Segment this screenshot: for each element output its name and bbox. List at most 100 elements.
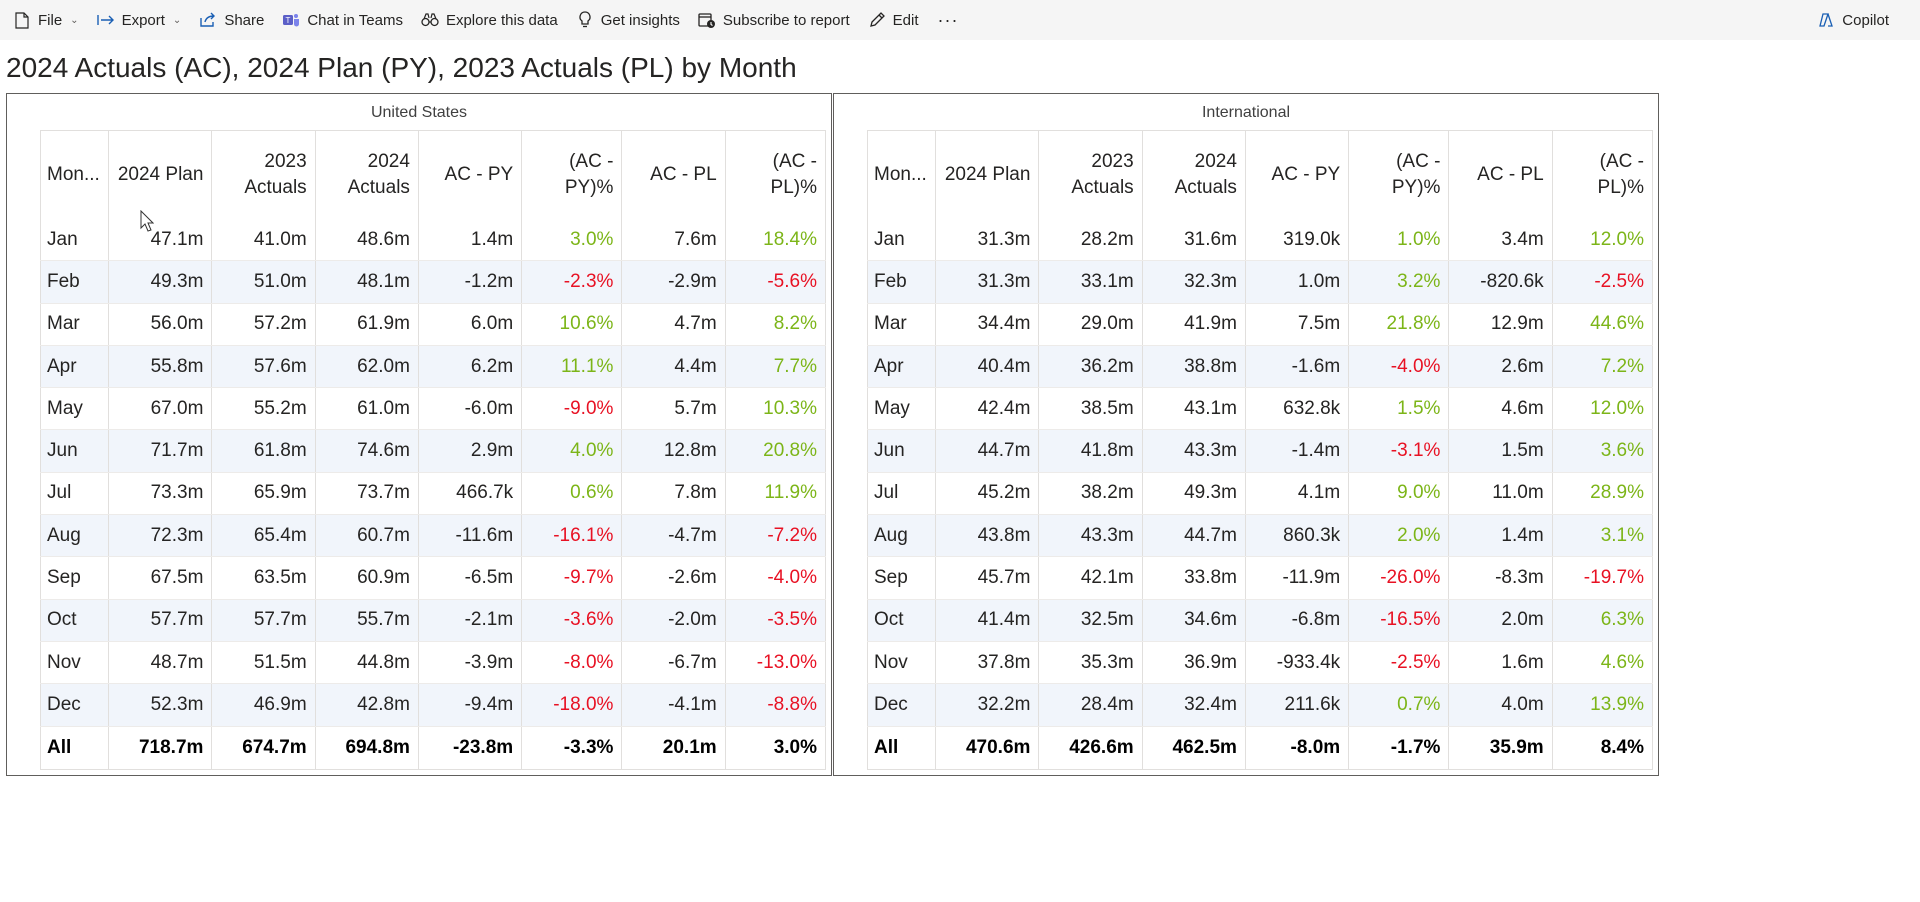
column-header[interactable]: AC - PY bbox=[418, 130, 523, 219]
table-row[interactable]: Feb 31.3m 33.1m 32.3m 1.0m 3.2% -820.6k -2.5% bbox=[866, 260, 1654, 304]
table-row[interactable]: Jun 44.7m 41.8m 43.3m -1.4m -3.1% 1.5m 3.6% bbox=[866, 429, 1654, 473]
table-row[interactable]: Apr 40.4m 36.2m 38.8m -1.6m -4.0% 2.6m 7.2% bbox=[866, 345, 1654, 389]
share-button[interactable]: Share bbox=[190, 0, 273, 40]
table-cell: 55.8m bbox=[108, 345, 213, 389]
table-row[interactable]: Jul 73.3m 65.9m 73.7m 466.7k 0.6% 7.8m 11.9% bbox=[39, 472, 827, 516]
table-cell: 52.3m bbox=[108, 683, 213, 727]
table-cell: -1.6m bbox=[1245, 345, 1350, 389]
table-cell: 43.3m bbox=[1142, 429, 1246, 473]
table-cell: -2.3% bbox=[521, 260, 623, 304]
column-header[interactable]: 2023 Actuals bbox=[211, 130, 316, 219]
column-header[interactable]: Mon... bbox=[39, 130, 110, 219]
page-title: 2024 Actuals (AC), 2024 Plan (PY), 2023 … bbox=[6, 52, 797, 83]
file-label: File bbox=[38, 11, 63, 29]
table-cell: 18.4% bbox=[725, 219, 827, 262]
column-header[interactable]: Mon... bbox=[866, 130, 937, 219]
table-cell: 55.7m bbox=[315, 599, 419, 642]
table-cell: 48.1m bbox=[315, 260, 419, 304]
explore-label: Explore this data bbox=[445, 11, 558, 29]
table-cell: 3.6% bbox=[1552, 429, 1654, 473]
table-cell: -3.9m bbox=[418, 641, 523, 685]
edit-button[interactable]: Edit bbox=[859, 0, 928, 40]
table-cell: -1.2m bbox=[418, 260, 523, 304]
table-row[interactable]: Dec 32.2m 28.4m 32.4m 211.6k 0.7% 4.0m 13.9% bbox=[866, 683, 1654, 727]
table-cell: 10.6% bbox=[521, 303, 623, 346]
table-cell: 49.3m bbox=[1142, 472, 1246, 516]
table-row[interactable]: Mar 34.4m 29.0m 41.9m 7.5m 21.8% 12.9m 44.6% bbox=[866, 303, 1654, 346]
table-row[interactable]: Oct 41.4m 32.5m 34.6m -6.8m -16.5% 2.0m 6.3% bbox=[866, 599, 1654, 642]
table-cell: 32.5m bbox=[1038, 599, 1143, 642]
table-row[interactable]: May 67.0m 55.2m 61.0m -6.0m -9.0% 5.7m 10.3% bbox=[39, 387, 827, 431]
column-header[interactable]: AC - PL bbox=[1448, 130, 1553, 219]
table-cell: 49.3m bbox=[108, 260, 213, 304]
table-cell: 3.2% bbox=[1348, 260, 1450, 304]
total-cell: 20.1m bbox=[621, 725, 726, 770]
column-header[interactable]: (AC - PY)% bbox=[521, 130, 623, 219]
row-header-month: Nov bbox=[39, 641, 110, 685]
table-cell: 20.8% bbox=[725, 429, 827, 473]
table-cell: 11.1% bbox=[521, 345, 623, 389]
column-header[interactable]: AC - PL bbox=[621, 130, 726, 219]
table-cell: 2.0m bbox=[1448, 599, 1553, 642]
table-cell: 4.7m bbox=[621, 303, 726, 346]
column-header[interactable]: AC - PY bbox=[1245, 130, 1350, 219]
more-options-button[interactable]: ··· bbox=[928, 0, 969, 40]
table-cell: 4.0% bbox=[521, 429, 623, 473]
copilot-button[interactable]: Copilot bbox=[1808, 0, 1898, 40]
table-row[interactable]: Oct 57.7m 57.7m 55.7m -2.1m -3.6% -2.0m -3.5% bbox=[39, 599, 827, 642]
table-cell: 44.7m bbox=[1142, 514, 1246, 558]
column-header[interactable]: (AC - PY)% bbox=[1348, 130, 1450, 219]
table-cell: 48.7m bbox=[108, 641, 213, 685]
total-cell: 462.5m bbox=[1142, 725, 1246, 770]
matrix-visual-international[interactable]: International Mon... 2024 Plan 2023 Actual… bbox=[833, 93, 1659, 776]
table-row[interactable]: Nov 37.8m 35.3m 36.9m -933.4k -2.5% 1.6m 4.6% bbox=[866, 641, 1654, 685]
subscribe-button[interactable]: Subscribe to report bbox=[689, 0, 859, 40]
table-row[interactable]: Dec 52.3m 46.9m 42.8m -9.4m -18.0% -4.1m -8.8% bbox=[39, 683, 827, 727]
chat-in-teams-button[interactable]: T Chat in Teams bbox=[273, 0, 412, 40]
table-cell: 71.7m bbox=[108, 429, 213, 473]
table-cell: 65.4m bbox=[211, 514, 316, 558]
table-cell: 31.6m bbox=[1142, 219, 1246, 262]
table-cell: 10.3% bbox=[725, 387, 827, 431]
column-header[interactable]: 2023 Actuals bbox=[1038, 130, 1143, 219]
table-row[interactable]: Feb 49.3m 51.0m 48.1m -1.2m -2.3% -2.9m -5.6% bbox=[39, 260, 827, 304]
table-row[interactable]: Jan 47.1m 41.0m 48.6m 1.4m 3.0% 7.6m 18.4% bbox=[39, 219, 827, 262]
table-cell: 6.3% bbox=[1552, 599, 1654, 642]
total-row[interactable]: All 718.7m 674.7m 694.8m -23.8m -3.3% 20.1m 3.0… bbox=[39, 725, 827, 770]
column-header[interactable]: 2024 Plan bbox=[108, 130, 213, 219]
table-cell: 38.8m bbox=[1142, 345, 1246, 389]
table-row[interactable]: Jun 71.7m 61.8m 74.6m 2.9m 4.0% 12.8m 20.8% bbox=[39, 429, 827, 473]
column-header[interactable]: 2024 Actuals bbox=[315, 130, 419, 219]
table-row[interactable]: Apr 55.8m 57.6m 62.0m 6.2m 11.1% 4.4m 7.7% bbox=[39, 345, 827, 389]
row-header-month: Aug bbox=[39, 514, 110, 558]
table-row[interactable]: Aug 43.8m 43.3m 44.7m 860.3k 2.0% 1.4m 3.1% bbox=[866, 514, 1654, 558]
table-cell: -9.0% bbox=[521, 387, 623, 431]
table-row[interactable]: Sep 67.5m 63.5m 60.9m -6.5m -9.7% -2.6m -4.0% bbox=[39, 556, 827, 600]
export-menu[interactable]: Export ⌄ bbox=[88, 0, 191, 40]
table-row[interactable]: May 42.4m 38.5m 43.1m 632.8k 1.5% 4.6m 12.0% bbox=[866, 387, 1654, 431]
edit-icon bbox=[868, 11, 886, 29]
total-cell: 8.4% bbox=[1552, 725, 1654, 770]
table-row[interactable]: Jan 31.3m 28.2m 31.6m 319.0k 1.0% 3.4m 12.0% bbox=[866, 219, 1654, 262]
table-cell: -2.5% bbox=[1348, 641, 1450, 685]
table-cell: -6.0m bbox=[418, 387, 523, 431]
table-cell: 57.6m bbox=[211, 345, 316, 389]
column-header[interactable]: (AC - PL)% bbox=[725, 130, 827, 219]
explore-data-button[interactable]: Explore this data bbox=[412, 0, 567, 40]
share-icon bbox=[199, 11, 217, 29]
column-header[interactable]: 2024 Actuals bbox=[1142, 130, 1246, 219]
table-cell: 60.9m bbox=[315, 556, 419, 600]
table-row[interactable]: Sep 45.7m 42.1m 33.8m -11.9m -26.0% -8.3m -19.7… bbox=[866, 556, 1654, 600]
file-menu[interactable]: File ⌄ bbox=[4, 0, 88, 40]
table-row[interactable]: Mar 56.0m 57.2m 61.9m 6.0m 10.6% 4.7m 8.2% bbox=[39, 303, 827, 346]
table-row[interactable]: Jul 45.2m 38.2m 49.3m 4.1m 9.0% 11.0m 28.9% bbox=[866, 472, 1654, 516]
column-header[interactable]: 2024 Plan bbox=[935, 130, 1040, 219]
total-row[interactable]: All 470.6m 426.6m 462.5m -8.0m -1.7% 35.9m 8.4% bbox=[866, 725, 1654, 770]
table-row[interactable]: Aug 72.3m 65.4m 60.7m -11.6m -16.1% -4.7m -7.2% bbox=[39, 514, 827, 558]
column-header[interactable]: (AC - PL)% bbox=[1552, 130, 1654, 219]
table-row[interactable]: Nov 48.7m 51.5m 44.8m -3.9m -8.0% -6.7m -13.0% bbox=[39, 641, 827, 685]
row-header-month: Jun bbox=[39, 429, 110, 473]
row-header-month: Aug bbox=[866, 514, 937, 558]
matrix-visual-united-states[interactable]: United States Mon... 2024 Plan 2023 Actual… bbox=[6, 93, 832, 776]
get-insights-button[interactable]: Get insights bbox=[567, 0, 689, 40]
